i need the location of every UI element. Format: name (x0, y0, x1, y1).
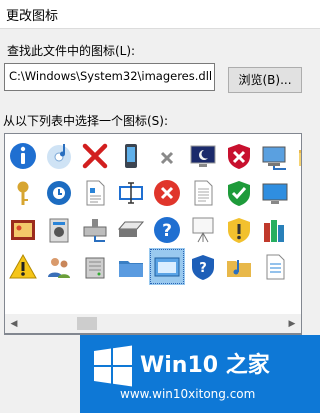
photo-album-icon (11, 219, 35, 240)
folder-partial-icon (296, 178, 302, 208)
icon-cell[interactable] (77, 137, 113, 174)
icon-cell[interactable] (41, 211, 77, 248)
shield-check-icon (228, 180, 250, 206)
icon-cell[interactable] (293, 211, 302, 248)
warning-icon (9, 253, 37, 278)
look-for-label: 查找此文件中的图标(L): (7, 44, 136, 58)
media-box-icon (49, 218, 69, 242)
icon-cell[interactable] (41, 137, 77, 174)
shield-help-icon: ? (192, 254, 214, 280)
icon-cell[interactable] (149, 248, 185, 285)
blue-folder-icon (119, 260, 143, 277)
document-list-icon (266, 254, 285, 279)
svg-text:?: ? (162, 221, 172, 241)
scroll-left-icon[interactable]: ◀ (5, 314, 23, 333)
scroll-right-icon[interactable]: ▶ (283, 314, 301, 333)
drive-network-icon (83, 218, 107, 242)
select-icon-label: 从以下列表中选择一个图标(S): (3, 114, 169, 128)
svg-text:?: ? (199, 261, 207, 276)
clock-disc-icon (47, 180, 71, 205)
folder-icon (299, 149, 301, 166)
icon-grid: ?? (5, 137, 301, 285)
icon-cell[interactable] (149, 137, 185, 174)
scroll-thumb[interactable] (77, 317, 97, 330)
info-icon (10, 142, 36, 169)
icon-cell[interactable] (257, 174, 293, 211)
file-path-input[interactable]: C:\Windows\System32\imageres.dll (4, 63, 215, 91)
icon-cell[interactable]: ? (149, 211, 185, 248)
icon-cell[interactable] (113, 137, 149, 174)
icon-cell[interactable]: ? (185, 248, 221, 285)
text-cursor-icon (119, 181, 143, 204)
folder-partial-2-icon (296, 215, 302, 245)
icon-cell[interactable] (5, 211, 41, 248)
watermark-brand: Win10 之家 (140, 353, 270, 378)
shield-warning-icon (228, 217, 250, 243)
icon-cell[interactable] (185, 137, 221, 174)
users-icon (48, 257, 70, 278)
document-rich-icon (86, 180, 105, 205)
icon-cell[interactable] (221, 174, 257, 211)
icon-cell[interactable] (113, 211, 149, 248)
window-title: 更改图标 (6, 9, 59, 24)
icon-cell[interactable] (5, 248, 41, 285)
monitor-blue-icon (262, 183, 288, 204)
icon-cell[interactable] (113, 174, 149, 211)
icon-cell[interactable] (113, 248, 149, 285)
icon-cell[interactable] (221, 137, 257, 174)
icon-list[interactable]: ?? (4, 133, 302, 335)
icon-cell[interactable] (293, 137, 301, 174)
small-x-icon (160, 151, 174, 164)
red-x-icon (82, 143, 108, 168)
shield-x-icon (228, 143, 250, 169)
horizontal-scrollbar[interactable]: ◀ ▶ (4, 314, 302, 334)
icon-cell[interactable] (293, 248, 302, 285)
icon-cell[interactable] (257, 137, 293, 174)
key-icon (17, 181, 29, 205)
server-icon (85, 257, 105, 278)
icon-cell[interactable] (77, 248, 113, 285)
window-selected-icon (154, 257, 180, 276)
icon-cell[interactable] (293, 174, 302, 211)
icon-cell[interactable] (149, 174, 185, 211)
music-disc-icon (47, 143, 71, 169)
music-folder-icon (227, 259, 251, 277)
scanner-icon (117, 221, 145, 237)
network-computer-icon (262, 146, 286, 170)
windows-logo-icon (94, 345, 132, 387)
title-bar: 更改图标 (0, 0, 320, 29)
icon-cell[interactable] (5, 137, 41, 174)
icon-cell[interactable] (257, 248, 293, 285)
icon-cell[interactable] (77, 211, 113, 248)
icon-cell[interactable] (185, 211, 221, 248)
icon-cell[interactable] (41, 174, 77, 211)
icon-cell[interactable] (5, 174, 41, 211)
help-icon: ? (154, 216, 180, 243)
watermark-banner: Win10 之家 www.win10xitong.com (80, 335, 320, 413)
library-books-icon (264, 219, 284, 242)
icon-cell[interactable] (221, 248, 257, 285)
mobile-device-icon (125, 143, 137, 168)
icon-cell[interactable] (257, 211, 293, 248)
monitor-moon-icon (190, 145, 216, 167)
icon-cell[interactable] (77, 174, 113, 211)
icon-cell[interactable] (221, 211, 257, 248)
icon-cell[interactable] (185, 174, 221, 211)
projector-icon (192, 217, 214, 242)
document-lines-icon (194, 180, 213, 205)
browse-button[interactable]: 浏览(B)... (228, 67, 302, 93)
watermark-url: www.win10xitong.com (120, 387, 256, 401)
icon-cell[interactable] (41, 248, 77, 285)
folder-partial-3-icon (296, 252, 302, 282)
red-x-circle-icon (154, 179, 180, 206)
